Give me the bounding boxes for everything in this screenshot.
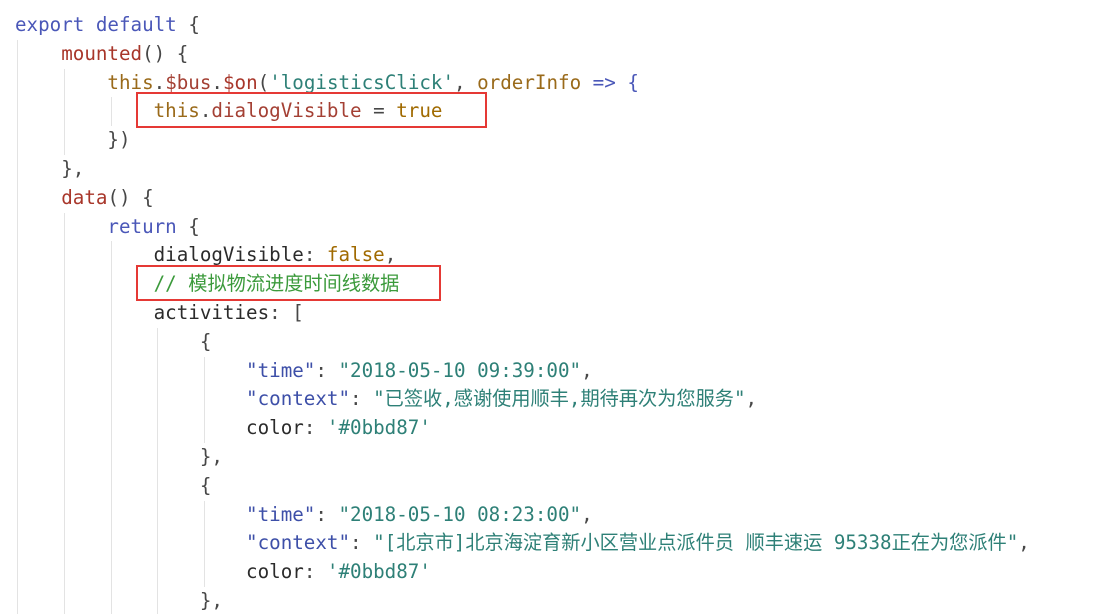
- code-token: "[北京市]北京海淀育新小区营业点派件员 顺丰速运 95338正在为您派件": [373, 531, 1019, 555]
- code-token: this: [107, 70, 154, 94]
- code-token: color: [246, 560, 304, 584]
- code-token: $on: [222, 70, 258, 94]
- code-line[interactable]: return {: [15, 213, 200, 242]
- code-token: :: [350, 531, 374, 555]
- code-token: default: [95, 13, 177, 36]
- code-token: orderInfo: [477, 70, 582, 94]
- code-token: :: [303, 243, 327, 267]
- code-line[interactable]: "time": "2018-05-10 09:39:00",: [15, 357, 593, 386]
- code-token: :: [303, 560, 327, 584]
- code-token: ,: [581, 358, 593, 382]
- code-token: :: [315, 358, 339, 382]
- code-token: $bus: [165, 70, 212, 94]
- code-line[interactable]: activities: [: [15, 299, 304, 328]
- code-token: {: [199, 473, 212, 497]
- code-line[interactable]: color: '#0bbd87': [15, 414, 431, 443]
- code-line[interactable]: "context": "已签收,感谢使用顺丰,期待再次为您服务",: [15, 385, 757, 414]
- code-token: }): [107, 128, 131, 152]
- code-token: :: [315, 502, 339, 526]
- code-token: "已签收,感谢使用顺丰,期待再次为您服务": [373, 387, 746, 411]
- code-line[interactable]: data() {: [15, 184, 154, 213]
- code-token: () {: [107, 185, 154, 209]
- code-token: ,: [581, 502, 593, 526]
- code-token: => {: [581, 70, 639, 94]
- code-line[interactable]: color: '#0bbd87': [15, 558, 431, 587]
- code-token: ,: [454, 70, 478, 94]
- code-token: "context": [246, 531, 351, 555]
- code-token: dialogVisible: [153, 243, 304, 267]
- code-token: (: [257, 70, 270, 94]
- code-token: export: [15, 13, 85, 36]
- code-token: '#0bbd87': [326, 416, 431, 440]
- code-editor[interactable]: export default { mounted() { this.$bus.$…: [0, 0, 1118, 614]
- code-line[interactable]: export default {: [15, 11, 200, 40]
- code-token: activities: [153, 301, 270, 324]
- code-token: ,: [745, 387, 758, 411]
- code-token: : [: [269, 301, 304, 324]
- code-token: },: [199, 445, 223, 468]
- code-token: {: [176, 214, 200, 238]
- code-token: mounted: [61, 41, 143, 65]
- code-token: data: [61, 185, 108, 209]
- code-token: },: [199, 589, 223, 612]
- highlight-box: [136, 265, 441, 301]
- code-line[interactable]: "time": "2018-05-10 08:23:00",: [15, 501, 593, 530]
- code-token: ,: [1018, 531, 1030, 555]
- code-token: .: [211, 70, 223, 94]
- code-line[interactable]: },: [15, 443, 223, 472]
- code-line[interactable]: },: [15, 155, 84, 184]
- code-line[interactable]: {: [15, 472, 212, 501]
- code-line[interactable]: {: [15, 328, 212, 357]
- code-token: {: [188, 13, 200, 36]
- code-token: "2018-05-10 09:39:00": [338, 358, 582, 382]
- code-token: },: [61, 157, 85, 180]
- code-line[interactable]: "context": "[北京市]北京海淀育新小区营业点派件员 顺丰速运 953…: [15, 529, 1030, 558]
- highlight-box: [136, 92, 487, 129]
- code-token: color: [246, 416, 304, 440]
- code-token: "time": [246, 358, 316, 382]
- code-token: '#0bbd87': [326, 560, 431, 584]
- code-token: "context": [246, 387, 351, 411]
- code-token: "time": [246, 502, 316, 526]
- code-token: "2018-05-10 08:23:00": [338, 502, 582, 526]
- code-token: ,: [384, 243, 397, 267]
- code-token: {: [199, 329, 212, 353]
- code-token: :: [350, 387, 374, 411]
- code-token: :: [303, 416, 327, 440]
- code-line[interactable]: },: [15, 587, 223, 614]
- code-line[interactable]: mounted() {: [15, 40, 188, 69]
- code-token: false: [326, 243, 385, 267]
- code-token: 'logisticsClick': [269, 70, 455, 94]
- code-token: () {: [142, 41, 189, 65]
- code-line[interactable]: }): [15, 126, 131, 155]
- code-token: .: [153, 70, 166, 94]
- code-token: return: [107, 214, 177, 238]
